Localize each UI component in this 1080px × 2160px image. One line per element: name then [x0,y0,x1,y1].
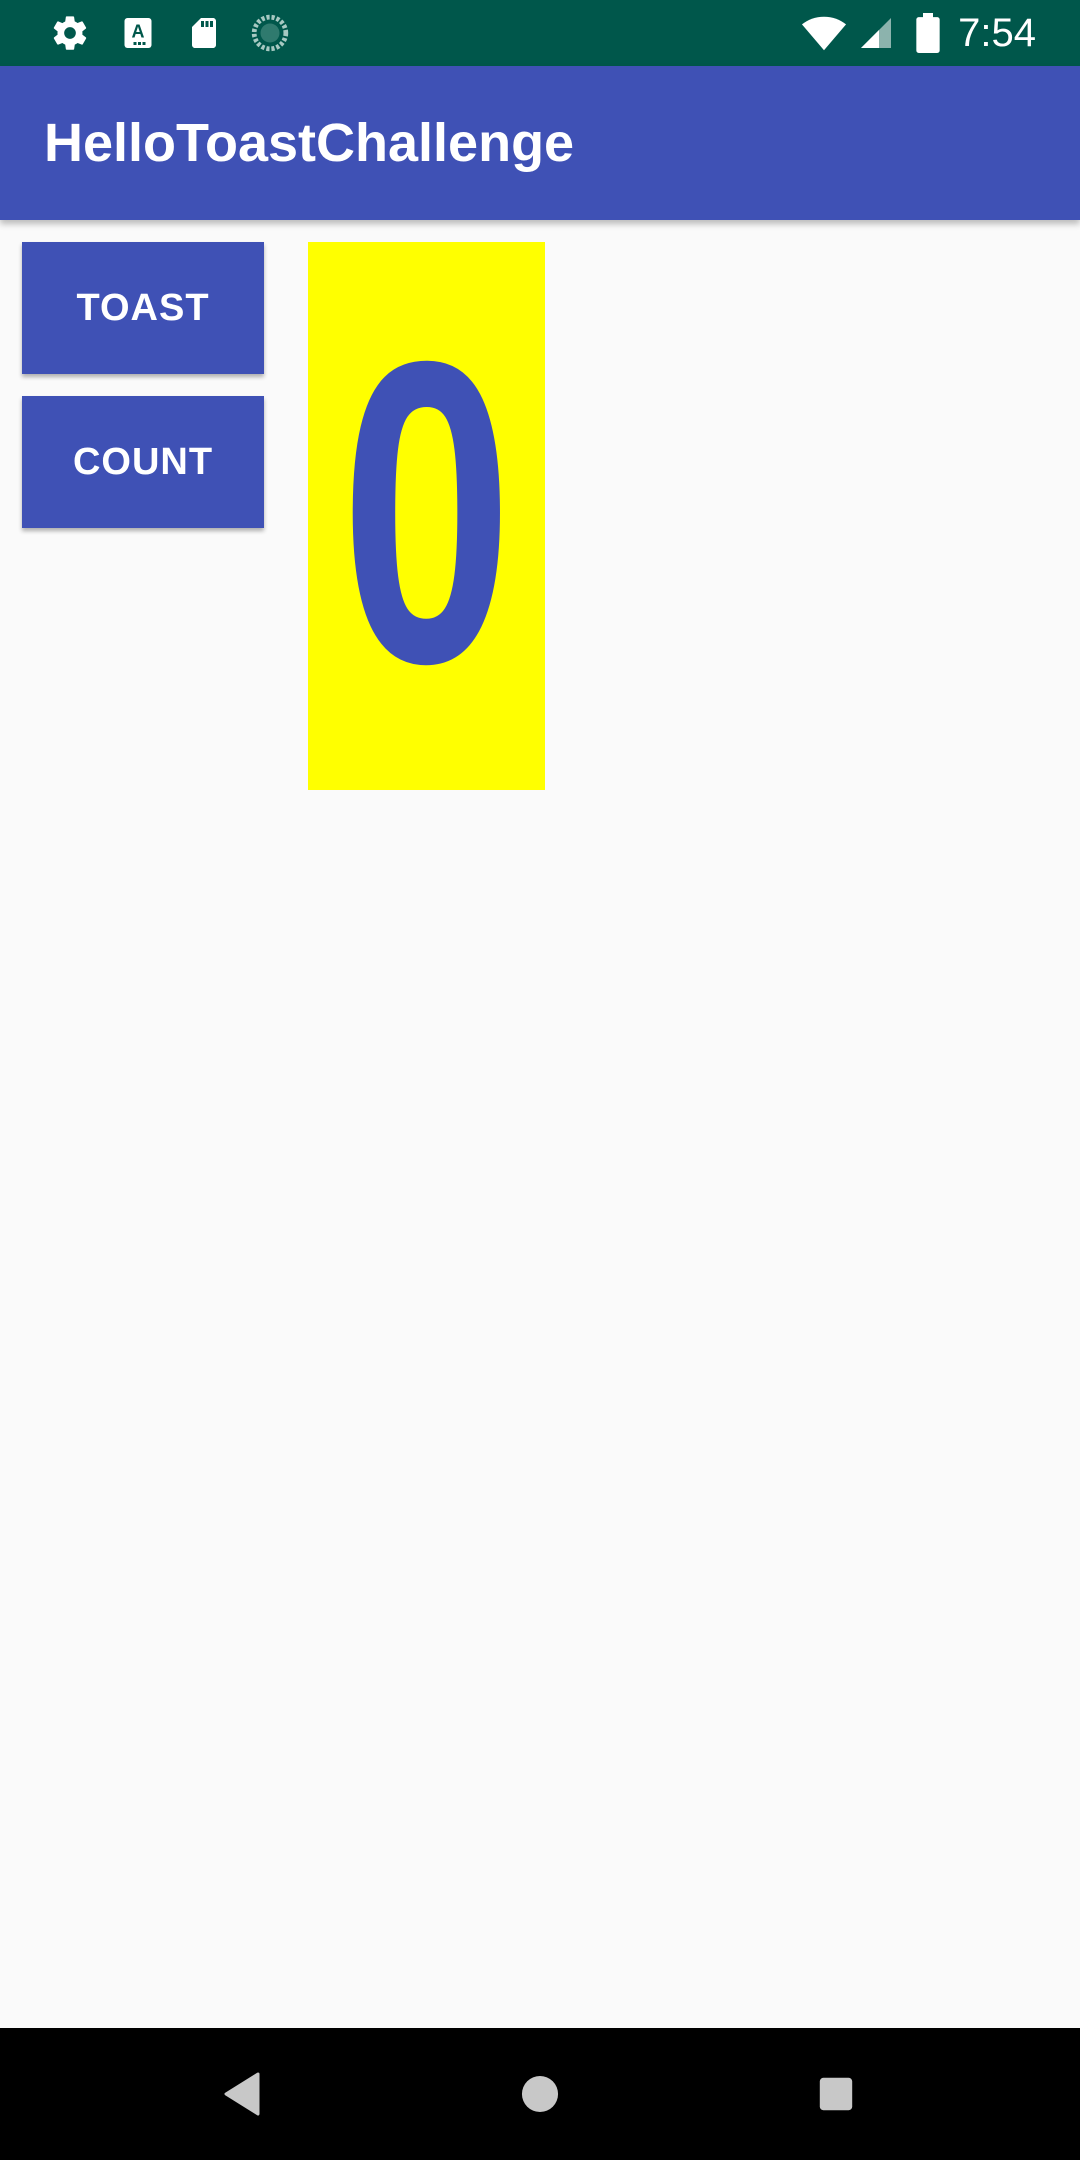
status-time: 7:54 [958,11,1036,55]
toast-button[interactable]: TOAST [22,242,264,374]
back-icon[interactable] [206,2058,278,2130]
count-display: 0 [308,242,545,790]
sync-icon [250,13,290,53]
app-title: HelloToastChallenge [44,113,575,173]
battery-icon [908,13,948,53]
recents-icon[interactable] [800,2058,872,2130]
font-a-icon: A [118,13,158,53]
wifi-icon [800,13,848,53]
app-bar: HelloToastChallenge [0,66,1080,220]
sd-card-icon [184,13,224,53]
count-button[interactable]: COUNT [22,396,264,528]
navigation-bar [0,2028,1080,2160]
status-bar: A 7:54 [0,0,1080,66]
home-icon[interactable] [504,2058,576,2130]
gear-icon [50,13,90,53]
svg-text:A: A [132,22,145,42]
count-value: 0 [340,273,513,753]
cell-signal-icon [856,13,896,53]
